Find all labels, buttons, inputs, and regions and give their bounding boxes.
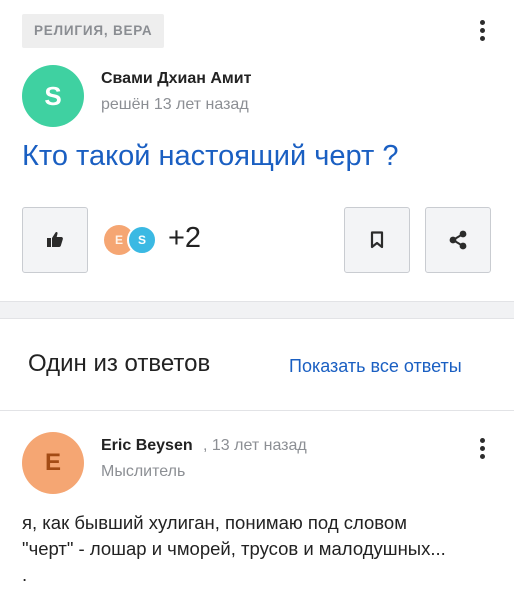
author-name[interactable]: Свами Дхиан Амит [101,70,251,88]
kebab-menu-icon[interactable] [472,436,492,460]
answers-header: Один из ответов [28,350,211,377]
answer-text-line: "черт" - лошар и чморей, трусов и малоду… [22,538,446,559]
category-tag[interactable]: РЕЛИГИЯ, ВЕРА [22,14,165,48]
kebab-menu-icon[interactable] [472,18,492,42]
question-title[interactable]: Кто такой настоящий черт ? [22,140,398,173]
share-icon [449,230,467,250]
author-avatar[interactable]: S [22,65,84,127]
answer-author-role: Мыслитель [101,463,186,480]
participant-avatar[interactable]: S [127,225,157,255]
show-all-answers-link[interactable]: Показать все ответы [289,356,462,377]
bookmark-icon [370,231,384,249]
thumbs-up-icon [47,232,63,247]
share-button[interactable] [425,207,491,273]
like-button[interactable] [22,207,88,273]
answer-text[interactable]: я, как бывший хулиган, понимаю под слово… [22,510,492,588]
divider [0,410,514,411]
answer-author-avatar[interactable]: E [22,432,84,494]
question-meta: решён 13 лет назад [101,96,249,113]
answer-time: , 13 лет назад [203,437,307,454]
answer-author-name[interactable]: Eric Beysen [101,437,193,455]
answer-text-line: . [22,564,28,585]
bookmark-button[interactable] [344,207,410,273]
participants-count[interactable]: +2 [168,222,201,255]
answer-text-line: я, как бывший хулиган, понимаю под слово… [22,512,407,533]
question-card: РЕЛИГИЯ, ВЕРА S Свами Дхиан Амит решён 1… [0,0,514,302]
